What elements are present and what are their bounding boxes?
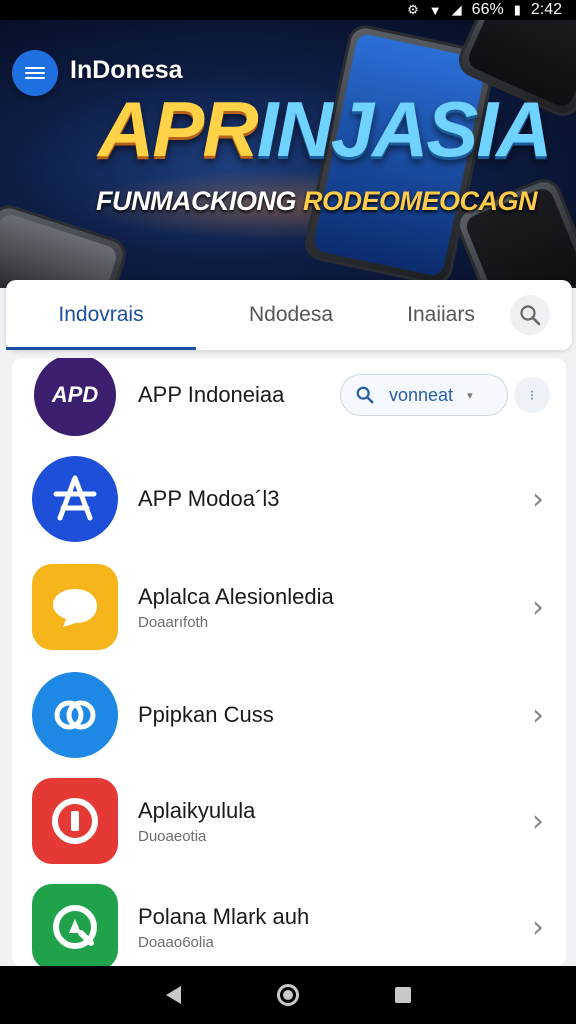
app-title: APP Indoneiaa <box>138 382 285 407</box>
connect-button[interactable]: vonneat ▾ <box>340 374 508 416</box>
banner-subtitle: FUNMACKIONG RODEOMEOCAGN <box>96 186 538 217</box>
list-item[interactable]: APD APP Indoneiaa vonneat ▾ ⁝ <box>12 358 566 448</box>
chevron-right-icon: › <box>532 909 544 945</box>
signal-icon: ◢ <box>451 2 462 17</box>
hamburger-icon <box>25 64 45 82</box>
app-title: Ppipkan Cuss <box>138 702 274 727</box>
search-icon <box>356 386 374 404</box>
tab-ndodesa[interactable]: Ndodesa <box>196 280 386 350</box>
app-text: APP Modoa´l3 <box>138 486 279 512</box>
list-item[interactable]: Ppipkan Cuss › <box>12 662 566 768</box>
status-bar: ⚙ ▼ ◢ 66% ▮ 2:42 <box>0 0 576 20</box>
app-text: Aplaikyulula Duoaeotia <box>138 798 255 845</box>
app-text: Aplalca Alesionledia Doaarıfoth <box>138 584 334 631</box>
app-text: Ppipkan Cuss <box>138 702 274 728</box>
more-options-button[interactable]: ⁝ <box>514 377 550 413</box>
banner-title-b: INJASIA <box>256 85 553 173</box>
app-list: APD APP Indoneiaa vonneat ▾ ⁝ APP Modoa´… <box>12 358 566 966</box>
app-title: APP Modoa´l3 <box>138 486 280 511</box>
list-item[interactable]: Aplalca Alesionledia Doaarıfoth › <box>12 554 566 660</box>
star-a-logo-icon <box>32 456 118 542</box>
banner-title-a: APR <box>98 85 259 173</box>
dots-icon: ⁝ <box>529 386 535 403</box>
app-subtitle: Doaao6olia <box>138 933 214 951</box>
tab-bar: Indovrais Ndodesa Inaiiars <box>6 280 572 350</box>
list-item[interactable]: Polana Mlark auh Doaao6olia › <box>12 874 566 966</box>
app-title: Aplalca Alesionledia <box>138 583 334 609</box>
tab-label: Inaiiars <box>407 303 475 326</box>
chevron-right-icon: › <box>532 481 544 517</box>
menu-button[interactable] <box>12 50 58 96</box>
tab-label: Indovrais <box>58 303 144 326</box>
home-button[interactable] <box>276 984 299 1006</box>
chat-bubble-icon <box>32 564 118 650</box>
clock: 2:42 <box>530 1 562 18</box>
search-button[interactable] <box>510 295 550 335</box>
tab-inaiiars[interactable]: Inaiiars <box>386 280 496 350</box>
app-title: Aplaikyulula <box>138 797 256 823</box>
app-text: APP Indoneiaa <box>138 382 284 408</box>
hero-banner[interactable]: APRINJASIA FUNMACKIONG RODEOMEOCAGN InDo… <box>0 20 576 288</box>
banner-sub-b: RODEOMEOCAGN <box>302 186 538 216</box>
app-title: InDonesa <box>70 56 183 84</box>
recents-button[interactable] <box>394 987 411 1003</box>
play-logo-icon <box>32 884 118 966</box>
list-item[interactable]: APP Modoa´l3 › <box>12 446 566 552</box>
apd-logo-icon: APD <box>34 358 116 436</box>
list-item[interactable]: Aplaikyulula Duoaeotia › <box>12 768 566 874</box>
battery-icon: ▮ <box>513 2 521 17</box>
silent-icon: ⚙ <box>407 2 419 17</box>
app-title: Polana Mlark auh <box>138 903 310 929</box>
tab-indovrais[interactable]: Indovrais <box>6 280 196 350</box>
connect-label: vonneat <box>389 384 454 405</box>
chevron-right-icon: › <box>532 589 544 625</box>
app-subtitle: Duoaeotia <box>138 827 207 845</box>
banner-sub-a: FUNMACKIONG <box>96 186 303 216</box>
dropdown-caret-icon: ▾ <box>467 389 473 402</box>
link-logo-icon <box>32 672 118 758</box>
tab-label: Ndodesa <box>248 303 334 326</box>
apd-logo-text: APD <box>51 382 99 407</box>
back-button[interactable] <box>165 986 181 1004</box>
chevron-right-icon: › <box>532 697 544 733</box>
search-icon <box>520 305 541 326</box>
battery-percent: 66% <box>471 1 504 18</box>
app-text: Polana Mlark auh Doaao6olia <box>138 904 309 951</box>
banner-title: APRINJASIA <box>98 84 553 175</box>
app-subtitle: Doaarıfoth <box>138 613 209 631</box>
chevron-right-icon: › <box>532 803 544 839</box>
wifi-icon: ▼ <box>428 2 442 18</box>
record-logo-icon <box>32 778 118 864</box>
system-nav-bar <box>0 966 576 1024</box>
